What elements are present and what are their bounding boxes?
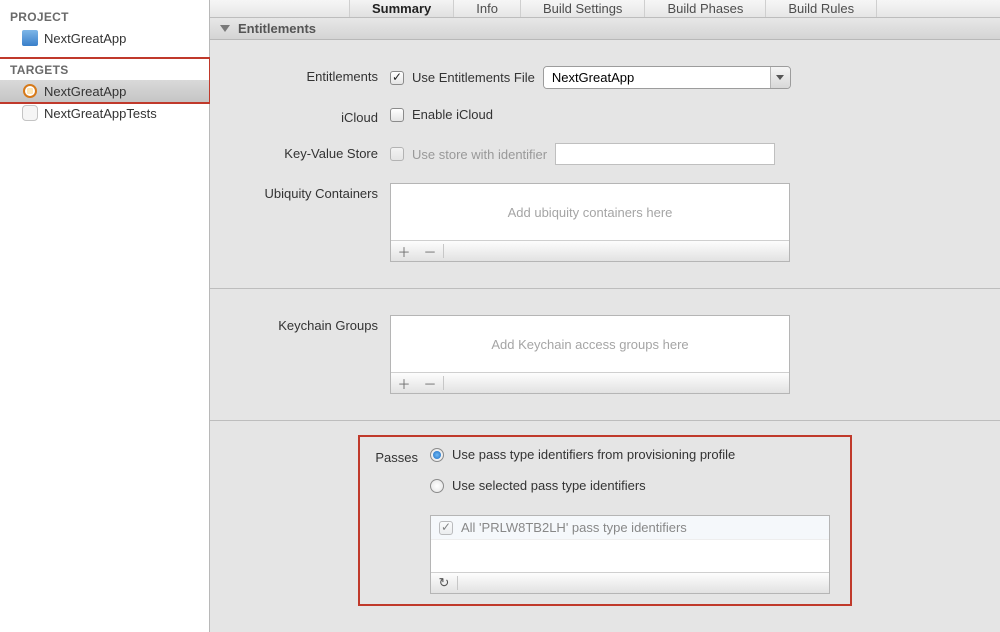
pass-type-empty-row [431,540,829,560]
project-name-label: NextGreatApp [44,31,126,46]
project-icon [22,30,38,46]
keychain-placeholder: Add Keychain access groups here [391,316,789,372]
use-entitlements-label: Use Entitlements File [412,70,535,85]
pass-list-footer: ↻ [431,572,829,593]
passes-radio2-label: Use selected pass type identifiers [452,478,646,493]
entitlements-section-header[interactable]: Entitlements [210,18,1000,40]
enable-icloud-checkbox[interactable] [390,108,404,122]
entitlements-file-combo[interactable] [543,66,791,89]
keychain-panel: Keychain Groups Add Keychain access grou… [210,289,1000,421]
targets-section-header: TARGETS [0,59,209,80]
sidebar-item-target[interactable]: NextGreatApp [0,80,209,102]
combo-drop-button[interactable] [770,67,790,88]
project-navigator: PROJECT NextGreatApp TARGETS NextGreatAp… [0,0,210,632]
pass-type-row-label: All 'PRLW8TB2LH' pass type identifiers [461,520,687,535]
entitlements-label: Entitlements [230,66,390,84]
enable-icloud-label: Enable iCloud [412,107,493,122]
disclosure-triangle-icon [220,25,230,32]
icloud-label: iCloud [230,107,390,125]
tab-info[interactable]: Info [454,0,521,17]
passes-panel: Passes Use pass type identifiers from pr… [210,421,1000,632]
kvs-identifier-input [555,143,775,165]
editor-area: Summary Info Build Settings Build Phases… [210,0,1000,632]
keychain-add-button[interactable]: ＋ [391,373,417,393]
target-editor-tabbar: Summary Info Build Settings Build Phases… [210,0,1000,18]
pass-type-row: All 'PRLW8TB2LH' pass type identifiers [431,516,829,540]
use-entitlements-checkbox[interactable] [390,71,404,85]
kvs-checkbox [390,147,404,161]
project-section-header: PROJECT [0,6,209,27]
footer-separator [443,376,444,390]
footer-separator [457,576,458,590]
keychain-label: Keychain Groups [230,315,390,333]
passes-label: Passes [370,447,430,465]
kvs-label: Key-Value Store [230,143,390,161]
footer-separator [443,244,444,258]
ubiquity-add-button[interactable]: ＋ [391,241,417,261]
passes-highlight-box: Passes Use pass type identifiers from pr… [358,435,852,606]
tabbar-spacer [210,0,350,17]
ubiquity-list-footer: ＋ － [391,240,789,261]
passes-radio-provisioning[interactable] [430,448,444,462]
ubiquity-label: Ubiquity Containers [230,183,390,201]
pass-refresh-button[interactable]: ↻ [431,573,457,593]
kvs-checkbox-label: Use store with identifier [412,147,547,162]
tab-build-settings[interactable]: Build Settings [521,0,646,17]
keychain-groups-list[interactable]: Add Keychain access groups here ＋ － [390,315,790,394]
refresh-icon: ↻ [439,575,450,591]
keychain-remove-button[interactable]: － [417,373,443,393]
ubiquity-remove-button[interactable]: － [417,241,443,261]
passes-radio1-label: Use pass type identifiers from provision… [452,447,735,462]
keychain-list-footer: ＋ － [391,372,789,393]
pass-type-checkbox [439,521,453,535]
ubiquity-placeholder: Add ubiquity containers here [391,184,789,240]
tests-name-label: NextGreatAppTests [44,106,157,121]
entitlements-header-label: Entitlements [238,21,316,36]
ubiquity-containers-list[interactable]: Add ubiquity containers here ＋ － [390,183,790,262]
target-app-icon [22,83,38,99]
passes-radio-selected[interactable] [430,479,444,493]
target-name-label: NextGreatApp [44,84,126,99]
tab-build-phases[interactable]: Build Phases [645,0,766,17]
chevron-down-icon [776,75,784,80]
sidebar-item-tests[interactable]: NextGreatAppTests [0,102,209,124]
pass-type-list[interactable]: All 'PRLW8TB2LH' pass type identifiers ↻ [430,515,830,594]
entitlements-file-input[interactable] [544,67,770,88]
sidebar-item-project[interactable]: NextGreatApp [0,27,209,49]
entitlements-panel: Entitlements Use Entitlements File iClou… [210,40,1000,289]
tab-summary[interactable]: Summary [350,0,454,17]
tab-build-rules[interactable]: Build Rules [766,0,877,17]
target-tests-icon [22,105,38,121]
